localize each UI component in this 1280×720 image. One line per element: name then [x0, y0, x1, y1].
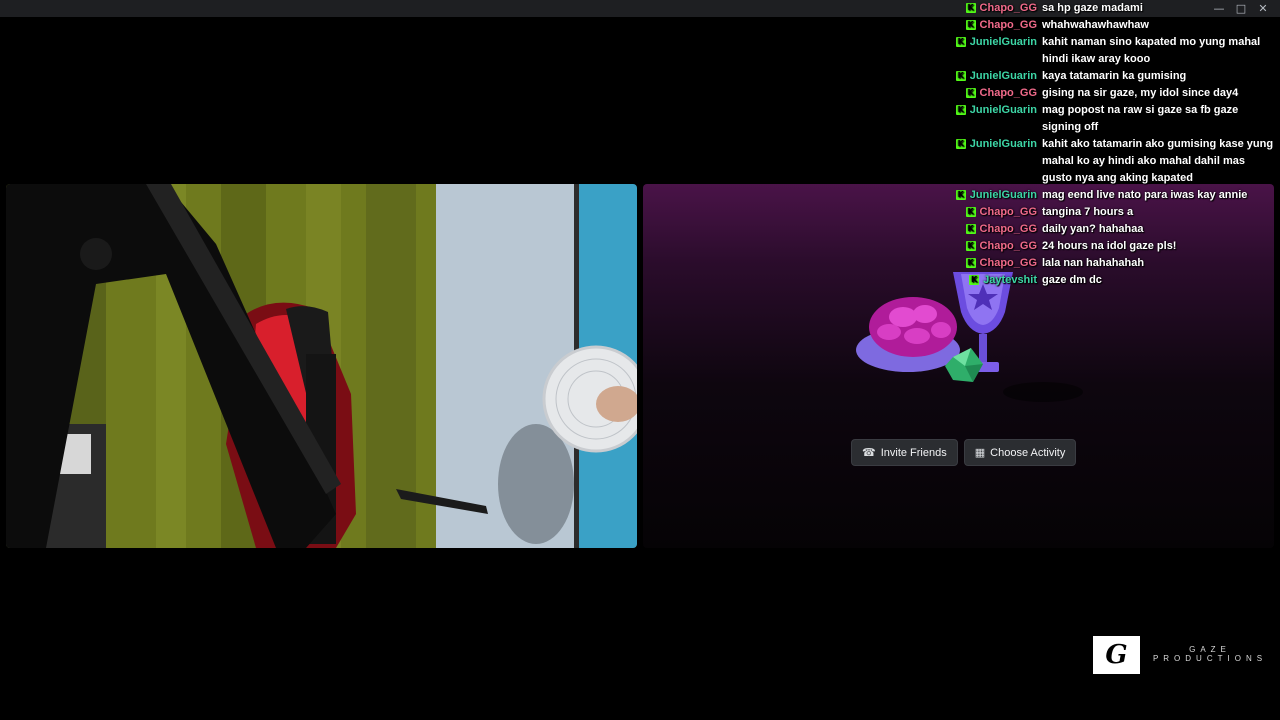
- chat-username[interactable]: JunielGuarin: [970, 34, 1037, 51]
- chat-message-text: tangina 7 hours a: [1042, 206, 1134, 218]
- chat-author: K Chapo_GG: [950, 255, 1042, 272]
- chat-username[interactable]: Chapo_GG: [980, 255, 1037, 272]
- chat-username[interactable]: Jaytevshit: [983, 272, 1037, 289]
- chat-message-text: kaya tatamarin ka gumising: [1042, 70, 1187, 82]
- chat-message: K Chapo_GG gising na sir gaze, my idol sin…: [950, 85, 1280, 102]
- chat-message-text: kahit ako tatamarin ako gumising kase yu…: [1042, 138, 1274, 184]
- chat-message-text: sa hp gaze madami: [1042, 2, 1143, 14]
- webcam-frame-image: [6, 184, 637, 548]
- activity-button-row: ☎ Invite Friends ▦ Choose Activity: [851, 439, 1077, 466]
- chat-username[interactable]: Chapo_GG: [980, 221, 1037, 238]
- chat-author: K Chapo_GG: [950, 85, 1042, 102]
- chat-author: K JunielGuarin: [950, 136, 1042, 153]
- kick-badge-icon: K: [965, 88, 976, 98]
- chat-message-text: kahit naman sino kapated mo yung mahal h…: [1042, 36, 1261, 65]
- kick-badge-icon: K: [965, 258, 976, 268]
- chat-username[interactable]: JunielGuarin: [970, 102, 1037, 119]
- chat-author: K Chapo_GG: [950, 238, 1042, 255]
- invite-friends-button[interactable]: ☎ Invite Friends: [851, 439, 958, 466]
- chat-message-text: daily yan? hahahaa: [1042, 223, 1144, 235]
- chat-message: K Chapo_GG daily yan? hahahaa: [950, 221, 1280, 238]
- kick-badge-icon: K: [965, 3, 976, 13]
- chat-username[interactable]: Chapo_GG: [980, 238, 1037, 255]
- chat-overlay: K Chapo_GG sa hp gaze madami K Chapo_GG whahw…: [950, 0, 1280, 289]
- webcam-video-tile[interactable]: [6, 184, 637, 548]
- chat-message-text: 24 hours na idol gaze pls!: [1042, 240, 1177, 252]
- kick-badge-icon: K: [965, 241, 976, 251]
- kick-badge-icon: K: [955, 105, 966, 115]
- chat-username[interactable]: JunielGuarin: [970, 136, 1037, 153]
- chat-message-text: gising na sir gaze, my idol since day4: [1042, 87, 1239, 99]
- watermark-text: GAZE PRODUCTIONS: [1150, 645, 1270, 663]
- chat-username[interactable]: Chapo_GG: [980, 0, 1037, 17]
- chat-message: K Jaytevshit gaze dm dc: [950, 272, 1280, 289]
- choose-activity-button[interactable]: ▦ Choose Activity: [963, 439, 1077, 466]
- chat-author: K Jaytevshit: [950, 272, 1042, 289]
- chat-username[interactable]: Chapo_GG: [980, 17, 1037, 34]
- watermark-line-2: PRODUCTIONS: [1152, 654, 1268, 663]
- kick-badge-icon: K: [965, 207, 976, 217]
- chat-message: K Chapo_GG sa hp gaze madami: [950, 0, 1280, 17]
- watermark-line-1: GAZE: [1189, 645, 1231, 654]
- kick-badge-icon: K: [965, 20, 976, 30]
- chat-message: K Chapo_GG lala nan hahahahah: [950, 255, 1280, 272]
- chat-message-text: mag eend live nato para iwas kay annie: [1042, 189, 1248, 201]
- kick-badge-icon: K: [955, 71, 966, 81]
- choose-activity-label: Choose Activity: [990, 446, 1066, 459]
- chat-username[interactable]: Chapo_GG: [980, 204, 1037, 221]
- chat-username[interactable]: JunielGuarin: [970, 187, 1037, 204]
- chat-message-text: mag popost na raw si gaze sa fb gaze sig…: [1042, 104, 1239, 133]
- kick-badge-icon: K: [955, 139, 966, 149]
- chat-author: K Chapo_GG: [950, 221, 1042, 238]
- chat-message: K Chapo_GG whahwahawhawhaw: [950, 17, 1280, 34]
- chat-author: K JunielGuarin: [950, 102, 1042, 119]
- chat-message-text: gaze dm dc: [1042, 274, 1102, 286]
- chat-author: K Chapo_GG: [950, 17, 1042, 34]
- chat-message: K JunielGuarin mag popost na raw si gaze s…: [950, 102, 1280, 136]
- chat-author: K JunielGuarin: [950, 187, 1042, 204]
- logo-letter: G: [1105, 640, 1128, 670]
- invite-friends-label: Invite Friends: [880, 446, 947, 459]
- gaze-logo: G: [1093, 636, 1140, 674]
- kick-badge-icon: K: [955, 37, 966, 47]
- chat-message: K JunielGuarin kahit ako tatamarin ako gum…: [950, 136, 1280, 187]
- chat-message: K JunielGuarin mag eend live nato para iwa…: [950, 187, 1280, 204]
- gamepad-icon: ▦: [974, 446, 986, 459]
- chat-author: K JunielGuarin: [950, 68, 1042, 85]
- chat-message: K JunielGuarin kahit naman sino kapated mo…: [950, 34, 1280, 68]
- chat-username[interactable]: JunielGuarin: [970, 68, 1037, 85]
- chat-message: K JunielGuarin kaya tatamarin ka gumising: [950, 68, 1280, 85]
- chat-author: K JunielGuarin: [950, 34, 1042, 51]
- add-friend-icon: ☎: [862, 446, 876, 459]
- kick-badge-icon: K: [955, 190, 966, 200]
- chat-message-text: lala nan hahahahah: [1042, 257, 1145, 269]
- chat-author: K Chapo_GG: [950, 204, 1042, 221]
- kick-badge-icon: K: [969, 275, 980, 285]
- chat-message: K Chapo_GG tangina 7 hours a: [950, 204, 1280, 221]
- kick-badge-icon: K: [965, 224, 976, 234]
- chat-username[interactable]: Chapo_GG: [980, 85, 1037, 102]
- chat-message-text: whahwahawhawhaw: [1042, 19, 1149, 31]
- chat-message: K Chapo_GG 24 hours na idol gaze pls!: [950, 238, 1280, 255]
- chat-author: K Chapo_GG: [950, 0, 1042, 17]
